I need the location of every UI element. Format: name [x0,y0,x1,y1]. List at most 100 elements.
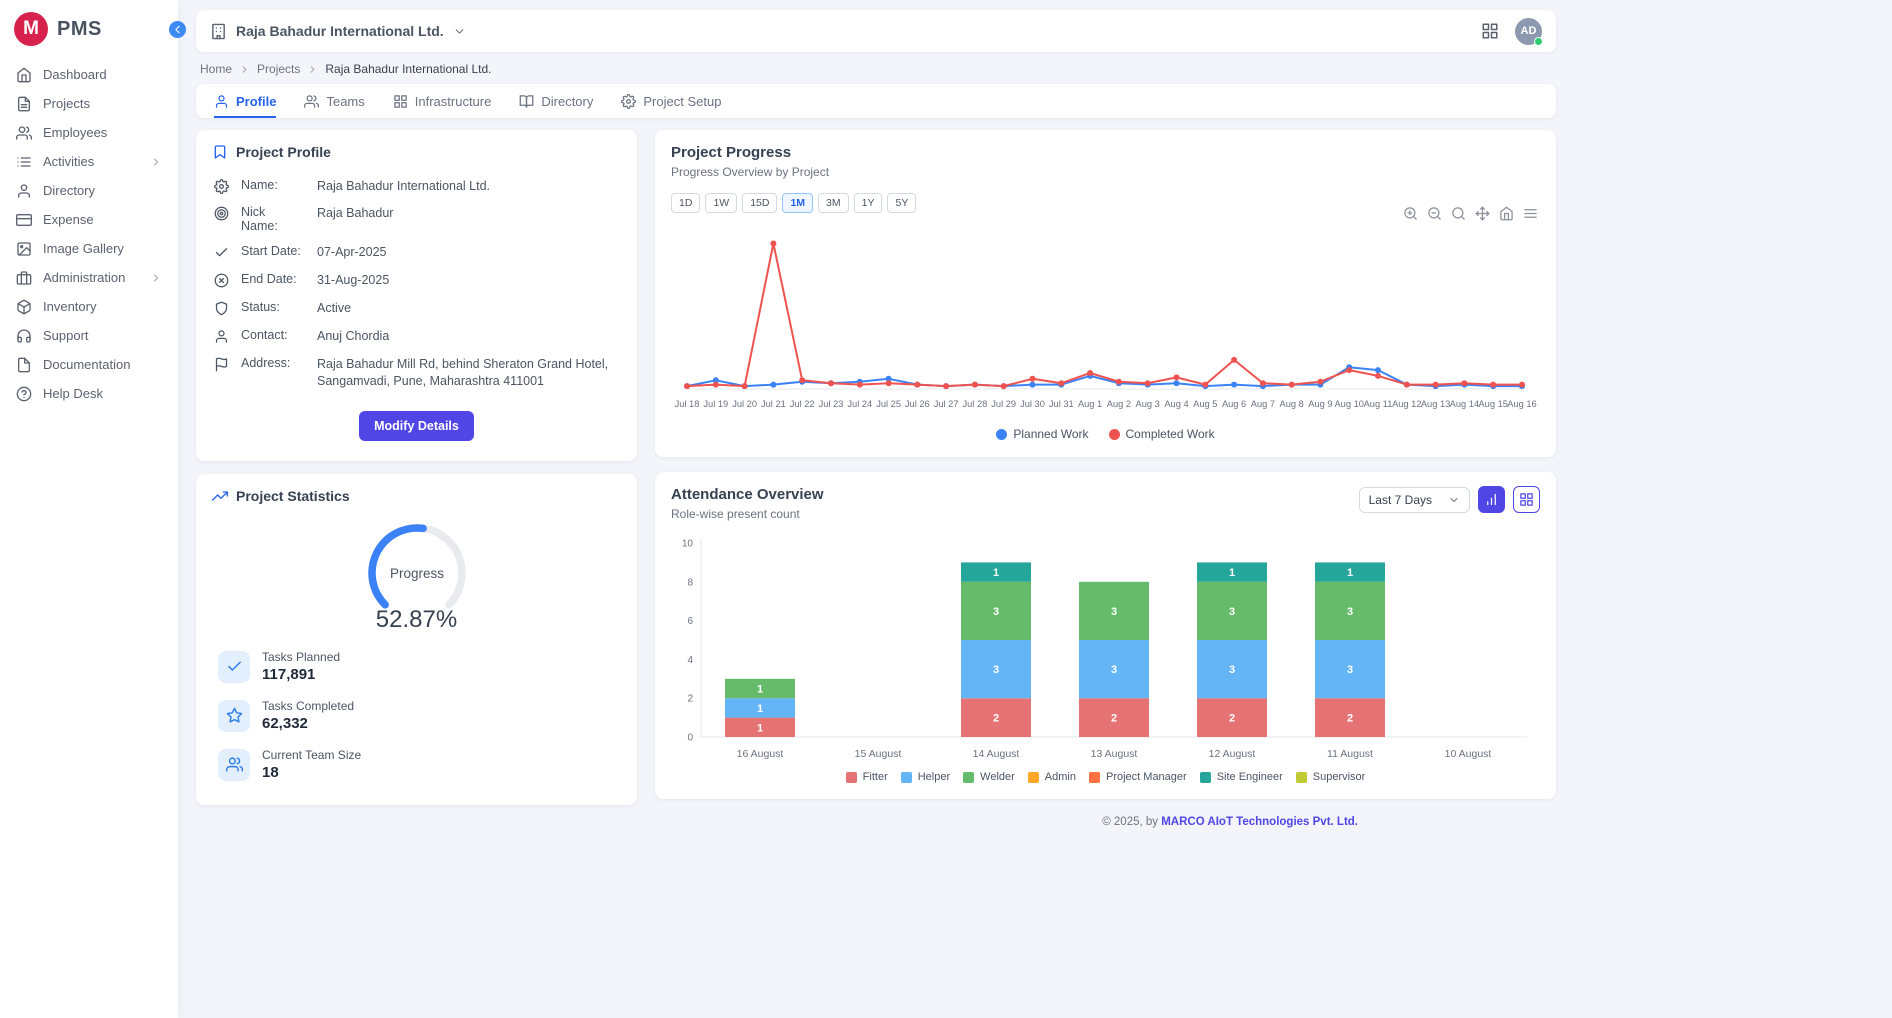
progress-chart-legend: Planned Work Completed Work [671,427,1540,441]
legend-fitter[interactable]: Fitter [846,771,888,783]
chevron-down-icon [1448,494,1460,506]
zoom-in-icon[interactable] [1403,206,1418,221]
svg-text:Aug 6: Aug 6 [1222,399,1246,409]
modify-details-button[interactable]: Modify Details [359,411,474,441]
svg-text:13 August: 13 August [1091,748,1138,760]
sidebar: M PMS DashboardProjects Employees Activiti… [0,0,178,1018]
tab-label: Directory [541,94,593,109]
range-button-5y[interactable]: 5Y [887,193,916,213]
tab-label: Teams [326,94,364,109]
right-column: Project Progress Progress Overview by Pr… [655,130,1556,828]
legend-project-manager[interactable]: Project Manager [1089,771,1187,783]
range-button-3m[interactable]: 3M [818,193,849,213]
sidebar-item-activities[interactable]: Activities [0,147,178,176]
project-profile-card: Project Profile Name:Raja Bahadur Intern… [196,130,637,461]
app-logo[interactable]: M PMS [0,0,178,60]
building-icon [210,23,227,40]
svg-text:Jul 21: Jul 21 [761,399,786,409]
chevron-right-icon [150,156,162,168]
left-column: Project Profile Name:Raja Bahadur Intern… [196,130,637,805]
breadcrumb-projects[interactable]: Projects [257,62,300,76]
svg-text:3: 3 [1229,606,1235,618]
legend-helper[interactable]: Helper [901,771,950,783]
range-button-1y[interactable]: 1Y [854,193,883,213]
svg-text:1: 1 [757,703,763,715]
sidebar-item-employees[interactable]: Employees [0,118,178,147]
legend-welder[interactable]: Welder [963,771,1015,783]
range-button-1w[interactable]: 1W [705,193,737,213]
apps-grid-icon [1481,22,1499,40]
sidebar-item-help-desk[interactable]: Help Desk [0,379,178,408]
svg-text:1: 1 [757,684,763,696]
sidebar-item-inventory[interactable]: Inventory [0,292,178,321]
sidebar-item-dashboard[interactable]: Dashboard [0,60,178,89]
pan-icon[interactable] [1475,206,1490,221]
top-header: Raja Bahadur International Ltd. AD [196,10,1556,52]
sidebar-item-documentation[interactable]: Documentation [0,350,178,379]
selection-zoom-icon[interactable] [1451,206,1466,221]
legend-planned-work[interactable]: Planned Work [996,427,1088,441]
svg-text:8: 8 [687,577,693,588]
tab-infrastructure[interactable]: Infrastructure [393,84,492,118]
avatar-initials: AD [1521,25,1537,37]
field-label: Name: [241,178,305,192]
sidebar-item-label: Employees [43,125,107,140]
range-button-1d[interactable]: 1D [671,193,700,213]
progress-gauge: Progress 52.87% [212,516,621,634]
breadcrumb-home[interactable]: Home [200,62,232,76]
legend-label: Welder [980,771,1015,783]
menu-icon[interactable] [1523,206,1538,221]
tab-teams[interactable]: Teams [304,84,364,118]
team-icon [218,749,250,781]
footer-company-link[interactable]: MARCO AIoT Technologies Pvt. Ltd. [1161,816,1358,828]
bar-chart-view-button[interactable] [1478,486,1505,513]
legend-site-engineer[interactable]: Site Engineer [1200,771,1283,783]
tab-directory[interactable]: Directory [519,84,593,118]
help-desk-icon [16,386,32,402]
svg-text:Aug 11: Aug 11 [1364,399,1393,409]
svg-text:Jul 29: Jul 29 [991,399,1016,409]
fingerprint-icon [214,206,229,221]
svg-text:Aug 4: Aug 4 [1164,399,1188,409]
sidebar-item-directory[interactable]: Directory [0,176,178,205]
svg-text:12 August: 12 August [1209,748,1256,760]
range-button-15d[interactable]: 15D [742,193,777,213]
table-view-button[interactable] [1513,486,1540,513]
sidebar-collapse-button[interactable] [169,21,186,38]
main-area: Raja Bahadur International Ltd. AD Home … [178,0,1574,828]
sidebar-item-support[interactable]: Support [0,321,178,350]
apps-grid-button[interactable] [1481,22,1499,40]
sidebar-item-administration[interactable]: Administration [0,263,178,292]
sidebar-item-expense[interactable]: Expense [0,205,178,234]
logo-text: PMS [57,18,102,41]
avatar[interactable]: AD [1515,18,1542,45]
company-selector[interactable]: Raja Bahadur International Ltd. [210,23,466,40]
field-value: Active [317,300,619,317]
stats-icon [212,488,228,504]
attendance-bar-chart[interactable]: 024681011116 August15 August233114 Augus… [671,533,1540,771]
zoom-out-icon[interactable] [1427,206,1442,221]
circle-x-icon [214,273,229,288]
legend-admin[interactable]: Admin [1028,771,1076,783]
legend-supervisor[interactable]: Supervisor [1296,771,1366,783]
user-icon [214,329,229,344]
home-icon[interactable] [1499,206,1514,221]
range-button-1m[interactable]: 1M [782,193,813,213]
tab-project-setup[interactable]: Project Setup [621,84,721,118]
sidebar-item-projects[interactable]: Projects [0,89,178,118]
svg-text:3: 3 [1229,664,1235,676]
svg-text:2: 2 [993,713,999,725]
legend-completed-work[interactable]: Completed Work [1109,427,1215,441]
tab-profile[interactable]: Profile [214,84,276,118]
sidebar-item-image-gallery[interactable]: Image Gallery [0,234,178,263]
attendance-range-select[interactable]: Last 7 Days [1359,487,1470,513]
progress-gauge-value: 52.87% [212,606,621,634]
star-icon [218,700,250,732]
chart-toolbar [1403,206,1538,221]
profile-fields: Name:Raja Bahadur International Ltd.Nick… [212,172,621,395]
svg-text:3: 3 [1111,664,1117,676]
legend-label: Supervisor [1313,771,1366,783]
progress-line-chart[interactable]: Jul 18Jul 19Jul 20Jul 21Jul 22Jul 23Jul … [671,217,1540,425]
svg-text:15 August: 15 August [855,748,902,760]
svg-text:6: 6 [687,616,693,627]
